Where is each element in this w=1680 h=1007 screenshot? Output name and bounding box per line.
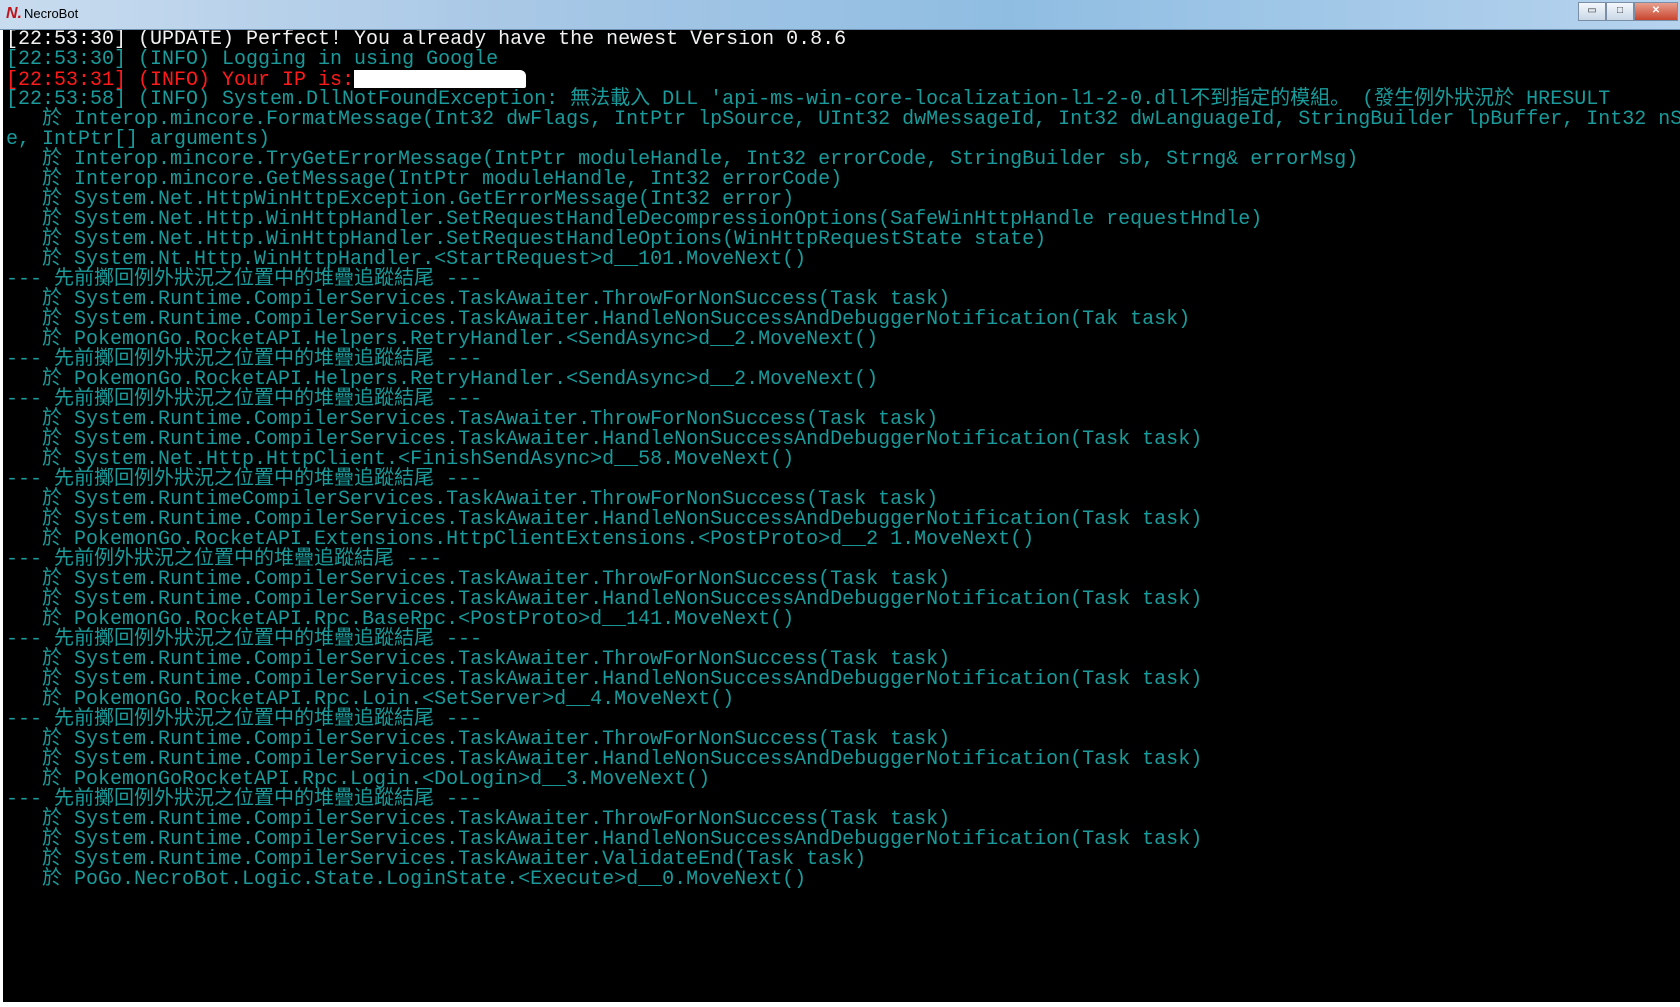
window-title: NecroBot (24, 6, 79, 21)
console-line: --- 先前擲回例外狀況之位置中的堆疊追蹤結尾 --- (6, 710, 1680, 730)
console-line: 於 PokemonGo.RocketAPI.Rpc.BaseRpc.<PostP… (6, 610, 1680, 630)
console-line: 於 PokemonGo.RocketAPI.Helpers.RetryHandl… (6, 370, 1680, 390)
console-line: 於 System.Net.Http.HttpClient.<FinishSend… (6, 450, 1680, 470)
console-line: 於 System.Runtime.CompilerServices.TaskAw… (6, 570, 1680, 590)
console-line: e, IntPtr[] arguments) (6, 130, 1680, 150)
console-line: --- 先前擲回例外狀況之位置中的堆疊追蹤結尾 --- (6, 790, 1680, 810)
console-line: 於 System.Runtime.CompilerServices.TaskAw… (6, 750, 1680, 770)
console-line: 於 PokemonGo.RocketAPI.Helpers.RetryHandl… (6, 330, 1680, 350)
console-line: 於 System.Runtime.CompilerServices.TaskAw… (6, 810, 1680, 830)
console-line: 於 System.Runtime.CompilerServices.TaskAw… (6, 650, 1680, 670)
console-line: 於 System.Runtime.CompilerServices.TaskAw… (6, 510, 1680, 530)
console-line: 於 System.Net.Http.WinHttpHandler.SetRequ… (6, 210, 1680, 230)
console-line: 於 PokemonGo.RocketAPI.Rpc.Loin.<SetServe… (6, 690, 1680, 710)
console-line: 於 Interop.mincore.GetMessage(IntPtr modu… (6, 170, 1680, 190)
console-line: 於 System.RuntimeCompilerServices.TaskAwa… (6, 490, 1680, 510)
minimize-button[interactable]: ▭ (1578, 2, 1606, 21)
close-button[interactable]: ✕ (1634, 2, 1678, 21)
console-line: 於 System.Runtime.CompilerServices.TaskAw… (6, 670, 1680, 690)
console-line: 於 System.Net.HttpWinHttpException.GetErr… (6, 190, 1680, 210)
console-line-text: 於 PoGo.NecroBot.Logic.State.LoginState.<… (6, 868, 807, 891)
window-title-bar[interactable]: N. NecroBot ▭ □ ✕ (0, 0, 1680, 30)
console-line: 於 System.Net.Http.WinHttpHandler.SetRequ… (6, 230, 1680, 250)
console-line: 於 System.Runtime.CompilerServices.TaskAw… (6, 430, 1680, 450)
console-line: --- 先前例外狀況之位置中的堆疊追蹤結尾 --- (6, 550, 1680, 570)
console-line: [22:53:30] (INFO) Logging in using Googl… (6, 50, 1680, 70)
console-output[interactable]: [22:53:30] (UPDATE) Perfect! You already… (3, 30, 1680, 1002)
console-line: 於 System.Runtime.CompilerServices.TaskAw… (6, 590, 1680, 610)
maximize-button[interactable]: □ (1606, 2, 1634, 21)
window-controls: ▭ □ ✕ (1578, 2, 1678, 21)
console-line: [22:53:58] (INFO) System.DllNotFoundExce… (6, 90, 1680, 110)
console-line: --- 先前擲回例外狀況之位置中的堆疊追蹤結尾 --- (6, 630, 1680, 650)
console-line: 於 PoGo.NecroBot.Logic.State.LoginState.<… (6, 870, 1680, 890)
console-line: 於 System.Runtime.CompilerServices.TaskAw… (6, 730, 1680, 750)
console-line: 於 Interop.mincore.TryGetErrorMessage(Int… (6, 150, 1680, 170)
console-line: 於 System.Runtime.CompilerServices.TaskAw… (6, 310, 1680, 330)
console-lines: [22:53:30] (UPDATE) Perfect! You already… (6, 30, 1680, 890)
console-line: 於 System.Nt.Http.WinHttpHandler.<StartRe… (6, 250, 1680, 270)
console-line: --- 先前擲回例外狀況之位置中的堆疊追蹤結尾 --- (6, 390, 1680, 410)
console-line: 於 System.Runtime.CompilerServices.TasAwa… (6, 410, 1680, 430)
console-line: 於 PokemonGoRocketAPI.Rpc.Login.<DoLogin>… (6, 770, 1680, 790)
console-line: 於 System.Runtime.CompilerServices.TaskAw… (6, 850, 1680, 870)
console-line: 於 Interop.mincore.FormatMessage(Int32 dw… (6, 110, 1680, 130)
console-line: 於 System.Runtime.CompilerServices.TaskAw… (6, 290, 1680, 310)
redacted-ip-block (354, 70, 527, 88)
console-line: --- 先前擲回例外狀況之位置中的堆疊追蹤結尾 --- (6, 270, 1680, 290)
app-logo-icon: N. (6, 5, 22, 22)
console-line-text: [22:53:30] (INFO) Logging in using Googl… (6, 48, 499, 71)
console-line: --- 先前擲回例外狀況之位置中的堆疊追蹤結尾 --- (6, 350, 1680, 370)
console-line: 於 PokemonGo.RocketAPI.Extensions.HttpCli… (6, 530, 1680, 550)
console-line: [22:53:31] (INFO) Your IP is: (6, 70, 1680, 91)
console-line: 於 System.Runtime.CompilerServices.TaskAw… (6, 830, 1680, 850)
console-line: --- 先前擲回例外狀況之位置中的堆疊追蹤結尾 --- (6, 470, 1680, 490)
console-line: [22:53:30] (UPDATE) Perfect! You already… (6, 30, 1680, 50)
